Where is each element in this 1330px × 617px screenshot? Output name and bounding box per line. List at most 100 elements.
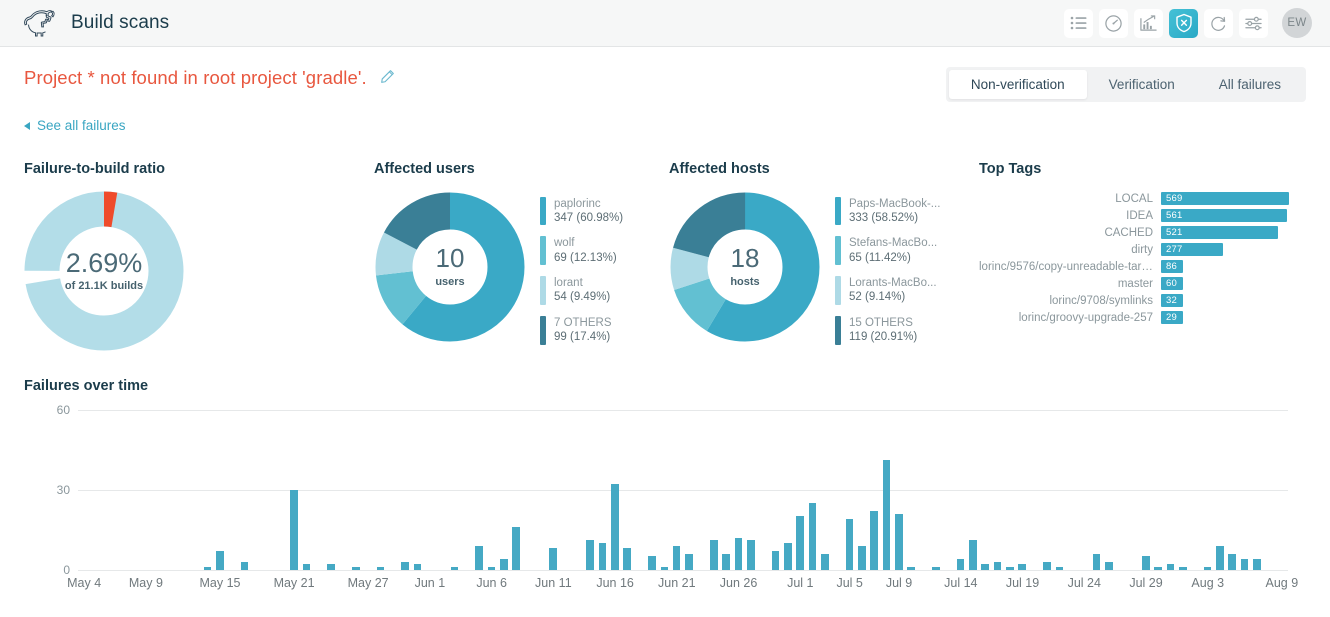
bar[interactable] <box>1142 556 1150 569</box>
avatar[interactable]: EW <box>1282 8 1312 38</box>
bar[interactable] <box>821 554 829 570</box>
bar[interactable] <box>907 567 915 570</box>
bar[interactable] <box>1228 554 1236 570</box>
bar[interactable] <box>352 567 360 570</box>
bar[interactable] <box>648 556 656 569</box>
tag-bar[interactable]: 86 <box>1161 260 1183 273</box>
bar[interactable] <box>870 511 878 570</box>
tag-bar[interactable]: 60 <box>1161 277 1183 290</box>
bar[interactable] <box>685 554 693 570</box>
tab-verification[interactable]: Verification <box>1087 70 1197 99</box>
bar[interactable] <box>290 490 298 570</box>
bar[interactable] <box>586 540 594 569</box>
bar[interactable] <box>722 554 730 570</box>
tag-bar[interactable]: 569 <box>1161 192 1289 205</box>
bar[interactable] <box>661 567 669 570</box>
legend-item[interactable]: Lorants-MacBo... 52 (9.14%) <box>835 276 940 305</box>
legend-item[interactable]: 7 OTHERS 99 (17.4%) <box>540 316 623 345</box>
bar[interactable] <box>303 564 311 569</box>
bar[interactable] <box>488 567 496 570</box>
bar[interactable] <box>710 540 718 569</box>
failures-chart[interactable]: 03060 <box>24 410 1306 570</box>
bar[interactable] <box>401 562 409 570</box>
legend-item[interactable]: wolf 69 (12.13%) <box>540 236 623 265</box>
bar[interactable] <box>475 546 483 570</box>
bar[interactable] <box>451 567 459 570</box>
bar[interactable] <box>969 540 977 569</box>
bar-slot <box>633 410 645 570</box>
bar[interactable] <box>599 543 607 570</box>
tag-bar[interactable]: 32 <box>1161 294 1183 307</box>
tag-bar[interactable]: 29 <box>1161 311 1183 324</box>
bar[interactable] <box>673 546 681 570</box>
users-donut-chart[interactable]: 10 users <box>374 191 526 343</box>
bar[interactable] <box>327 564 335 569</box>
tab-non-verification[interactable]: Non-verification <box>949 70 1087 99</box>
bar[interactable] <box>784 543 792 570</box>
bar[interactable] <box>414 564 422 569</box>
bar[interactable] <box>549 548 557 569</box>
bar[interactable] <box>611 484 619 569</box>
bar-slot <box>917 410 929 570</box>
gauge-icon-button[interactable] <box>1099 9 1128 38</box>
bar[interactable] <box>241 562 249 570</box>
bar[interactable] <box>981 564 989 569</box>
legend-value: 333 (58.52%) <box>849 211 940 225</box>
bar[interactable] <box>772 551 780 570</box>
bar-slot <box>436 410 448 570</box>
bar[interactable] <box>623 548 631 569</box>
tag-bar[interactable]: 277 <box>1161 243 1223 256</box>
hosts-donut-chart[interactable]: 18 hosts <box>669 191 821 343</box>
legend-item[interactable]: lorant 54 (9.49%) <box>540 276 623 305</box>
shield-x-icon-button[interactable] <box>1169 9 1198 38</box>
bar-slot <box>1004 410 1016 570</box>
bar[interactable] <box>932 567 940 570</box>
legend-item[interactable]: 15 OTHERS 119 (20.91%) <box>835 316 940 345</box>
list-icon-button[interactable] <box>1064 9 1093 38</box>
ratio-donut-chart[interactable]: 2.69% of 21.1K builds <box>24 191 184 351</box>
bar[interactable] <box>957 559 965 570</box>
bar[interactable] <box>1093 554 1101 570</box>
bar[interactable] <box>858 546 866 570</box>
bar[interactable] <box>1006 567 1014 570</box>
bar[interactable] <box>846 519 854 570</box>
refresh-sync-icon-button[interactable] <box>1204 9 1233 38</box>
bar[interactable] <box>747 540 755 569</box>
tag-bar[interactable]: 561 <box>1161 209 1287 222</box>
legend-item[interactable]: Stefans-MacBo... 65 (11.42%) <box>835 236 940 265</box>
bar[interactable] <box>204 567 212 570</box>
bar[interactable] <box>1241 559 1249 570</box>
bar[interactable] <box>809 503 817 570</box>
see-all-failures-link[interactable]: See all failures <box>24 118 126 133</box>
bar[interactable] <box>216 551 224 570</box>
tab-all-failures[interactable]: All failures <box>1197 70 1303 99</box>
legend-item[interactable]: paplorinc 347 (60.98%) <box>540 197 623 226</box>
bar[interactable] <box>883 460 891 569</box>
bar[interactable] <box>735 538 743 570</box>
bar[interactable] <box>377 567 385 570</box>
pencil-icon[interactable] <box>380 69 395 89</box>
bar-slot <box>1078 410 1090 570</box>
legend-item[interactable]: Paps-MacBook-... 333 (58.52%) <box>835 197 940 226</box>
bar[interactable] <box>796 516 804 569</box>
bar[interactable] <box>895 514 903 570</box>
bar[interactable] <box>1154 567 1162 570</box>
bar[interactable] <box>1105 562 1113 570</box>
tag-bar[interactable]: 521 <box>1161 226 1278 239</box>
bar[interactable] <box>1018 564 1026 569</box>
bar[interactable] <box>1056 567 1064 570</box>
bar[interactable] <box>1253 559 1261 570</box>
bar[interactable] <box>1216 546 1224 570</box>
brand[interactable]: Build scans <box>22 8 169 38</box>
bar[interactable] <box>512 527 520 570</box>
bar[interactable] <box>500 559 508 570</box>
x-axis-label: May 9 <box>129 576 163 590</box>
settings-sliders-icon-button[interactable] <box>1239 9 1268 38</box>
bar[interactable] <box>1204 567 1212 570</box>
x-axis-label: Jun 26 <box>720 576 758 590</box>
trend-chart-icon-button[interactable] <box>1134 9 1163 38</box>
bar[interactable] <box>994 562 1002 570</box>
bar[interactable] <box>1179 567 1187 570</box>
bar[interactable] <box>1043 562 1051 570</box>
bar[interactable] <box>1167 564 1175 569</box>
